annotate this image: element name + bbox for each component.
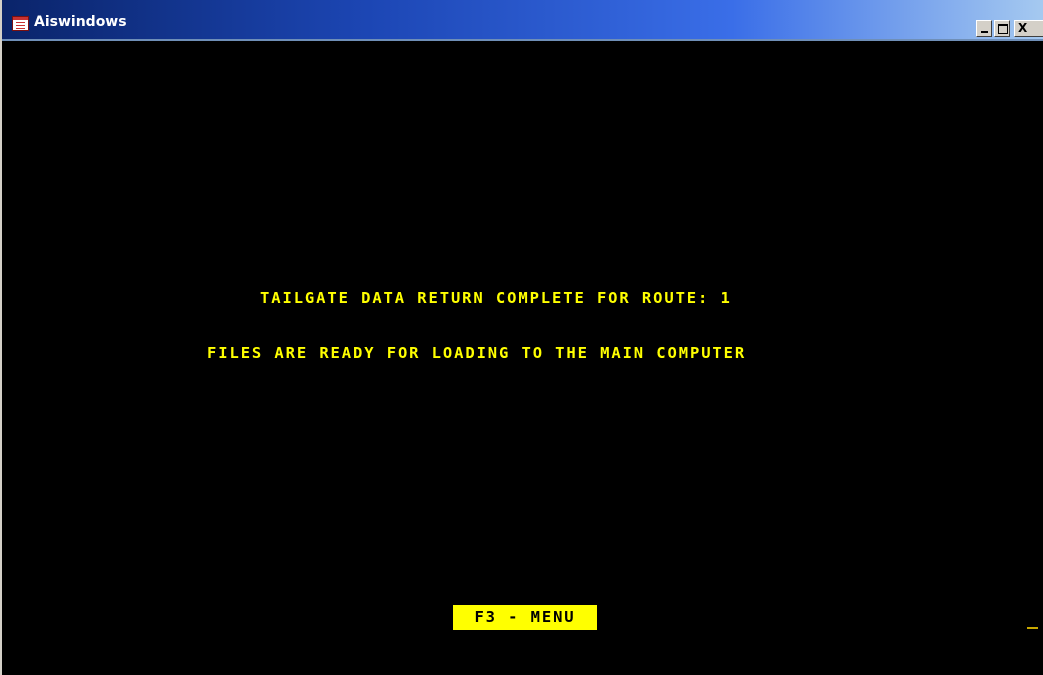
terminal-window: Aiswindows X TAILGATE DATA RETURN COMPLE… [0, 0, 1043, 675]
title-bar[interactable]: Aiswindows X [2, 0, 1043, 41]
minimize-button[interactable] [976, 20, 992, 37]
terminal-cursor [1027, 627, 1038, 629]
window-list-icon[interactable] [12, 16, 29, 31]
maximize-button[interactable] [994, 20, 1010, 37]
f3-menu-button[interactable]: F3 - MENU [453, 605, 597, 630]
files-ready-message: FILES ARE READY FOR LOADING TO THE MAIN … [207, 344, 747, 362]
window-title: Aiswindows [34, 14, 127, 30]
close-button[interactable]: X [1014, 20, 1043, 37]
route-complete-message: TAILGATE DATA RETURN COMPLETE FOR ROUTE:… [260, 289, 732, 307]
